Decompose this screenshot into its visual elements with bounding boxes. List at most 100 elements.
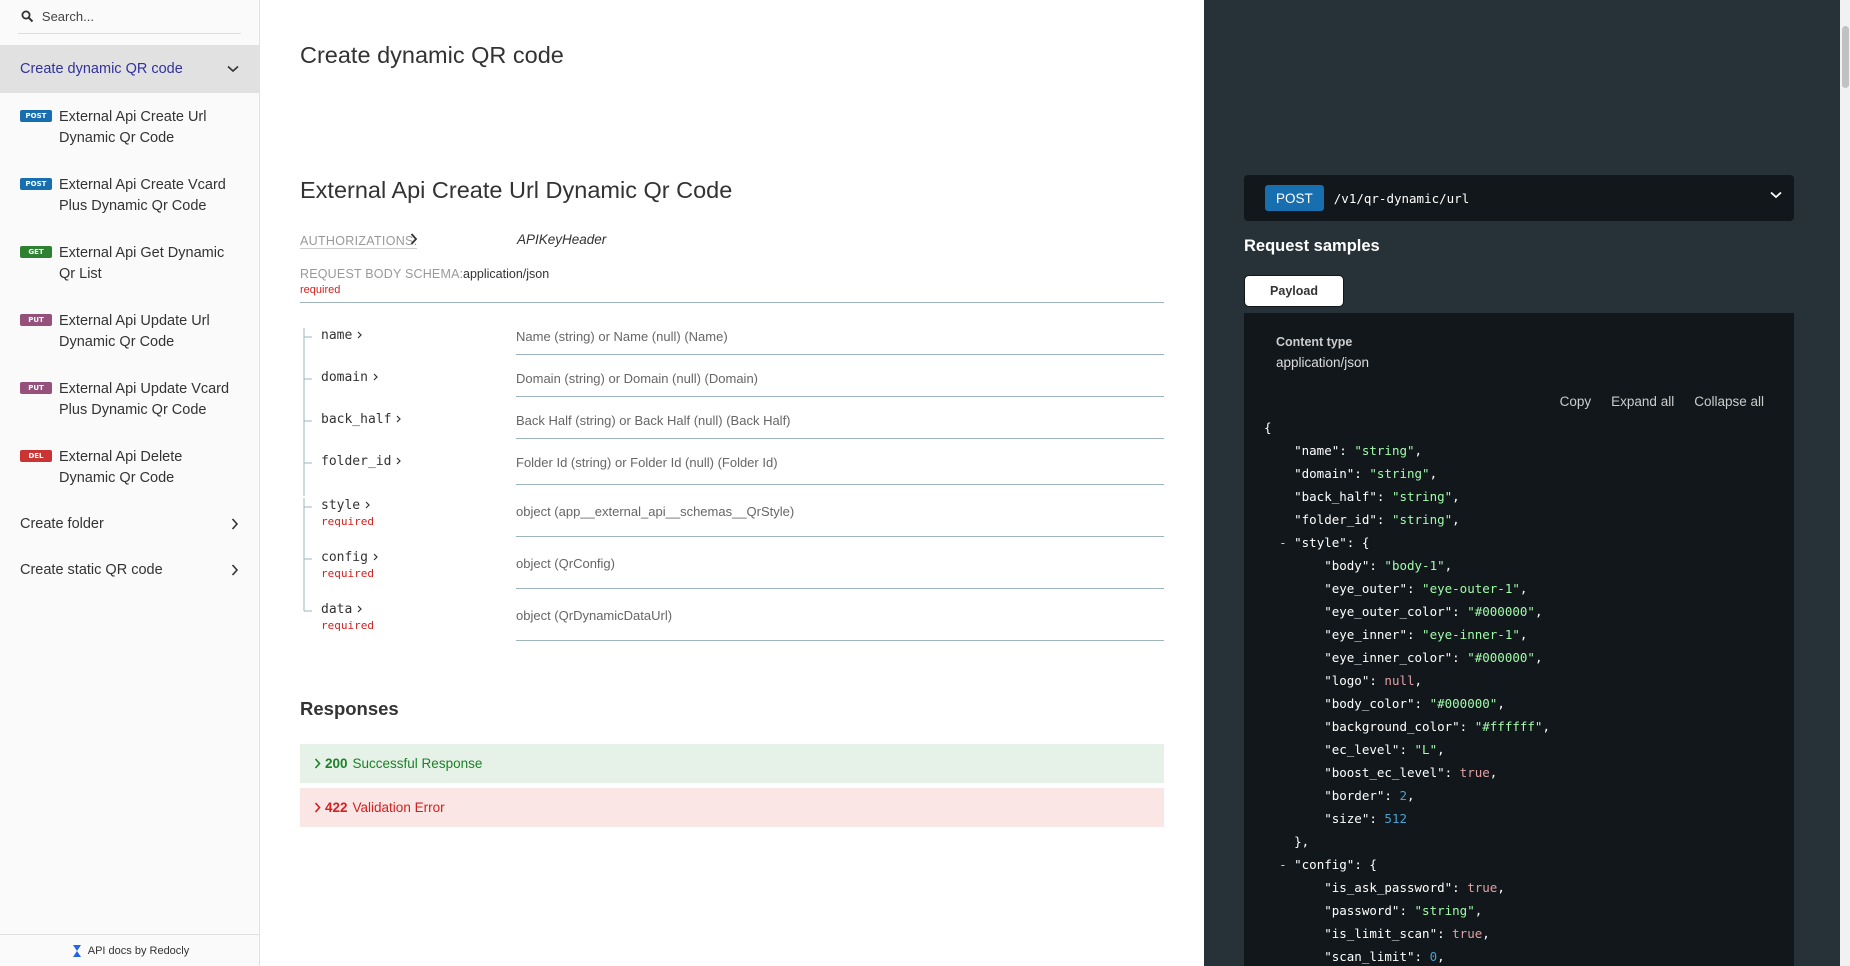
chevron-right-icon: [397, 457, 402, 465]
tree-connector: [303, 498, 312, 550]
param-name[interactable]: config: [321, 550, 378, 565]
code-line: },: [1264, 834, 1310, 849]
param-name[interactable]: data: [321, 602, 363, 617]
code-line: - "config": {: [1279, 857, 1377, 872]
sidebar-item-create-vcard[interactable]: POST External Api Create Vcard Plus Dyna…: [0, 161, 259, 229]
sidebar-item-update-vcard[interactable]: PUT External Api Update Vcard Plus Dynam…: [0, 365, 259, 433]
param-description: Back Half (string) or Back Half (null) (…: [516, 413, 791, 428]
param-row: data required object (QrDynamicDataUrl): [300, 602, 1164, 654]
method-badge: GET: [20, 246, 52, 258]
divider: [300, 302, 1164, 303]
divider: [516, 536, 1164, 537]
collapse-all-button[interactable]: Collapse all: [1694, 394, 1764, 409]
sidebar: Create dynamic QR code POST External Api…: [0, 0, 260, 966]
code-line: "background_color": "#ffffff",: [1264, 719, 1550, 734]
code-line: "name": "string",: [1264, 443, 1423, 458]
footer-text: API docs by Redocly: [87, 944, 190, 957]
method-badge: PUT: [20, 382, 52, 394]
scrollbar[interactable]: [1840, 0, 1850, 966]
chevron-right-icon[interactable]: [410, 233, 418, 245]
code-line: "eye_inner": "eye-inner-1",: [1264, 627, 1528, 642]
chevron-right-icon: [357, 605, 363, 613]
authorizations-row: AUTHORIZATIONS: APIKeyHeader: [300, 232, 1164, 252]
code-line: "password": "string",: [1264, 903, 1483, 918]
responses-title: Responses: [300, 698, 399, 719]
operation-title: External Api Create Url Dynamic Qr Code: [300, 177, 733, 203]
code-line: "boost_ec_level": true,: [1264, 765, 1498, 780]
param-description: Name (string) or Name (null) (Name): [516, 329, 728, 344]
response-200[interactable]: 200 Successful Response: [300, 744, 1164, 783]
copy-button[interactable]: Copy: [1560, 394, 1592, 409]
schema-label: REQUEST BODY SCHEMA:: [300, 267, 464, 281]
method-badge: DEL: [20, 450, 52, 462]
expand-all-button[interactable]: Expand all: [1611, 394, 1674, 409]
response-422[interactable]: 422 Validation Error: [300, 788, 1164, 827]
param-name[interactable]: folder_id: [321, 454, 402, 469]
code-line: "eye_outer_color": "#000000",: [1264, 604, 1543, 619]
sidebar-item-label: External Api Get Dynamic Qr List: [59, 245, 225, 282]
content-type-label: Content type: [1276, 335, 1353, 349]
sidebar-item-delete[interactable]: DEL External Api Delete Dynamic Qr Code: [0, 433, 259, 501]
search-icon: [18, 7, 38, 27]
sidebar-group-create-folder[interactable]: Create folder: [0, 501, 259, 547]
chevron-right-icon: [357, 331, 363, 339]
sidebar-group-create-static-qr[interactable]: Create static QR code: [0, 547, 259, 593]
param-row: config required object (QrConfig): [300, 550, 1164, 602]
param-row: name Name (string) or Name (null) (Name): [300, 328, 1164, 370]
tree-connector: [303, 412, 312, 454]
param-description: object (QrDynamicDataUrl): [516, 608, 673, 623]
param-description: Folder Id (string) or Folder Id (null) (…: [516, 455, 778, 470]
code-line: "folder_id": "string",: [1264, 512, 1460, 527]
code-line: "is_limit_scan": true,: [1264, 926, 1490, 941]
sidebar-item-label: External Api Create Url Dynamic Qr Code: [59, 109, 207, 146]
sidebar-group-label: Create folder: [20, 516, 104, 532]
param-name-text: style: [321, 498, 361, 513]
chevron-right-icon: [365, 501, 370, 509]
code-line: "body_color": "#000000",: [1264, 696, 1505, 711]
param-required: required: [321, 515, 374, 528]
code-line: "is_ask_password": true,: [1264, 880, 1505, 895]
chevron-right-icon: [373, 373, 378, 381]
sidebar-group-create-dynamic-qr[interactable]: Create dynamic QR code: [0, 45, 259, 93]
param-description: object (QrConfig): [516, 556, 615, 571]
endpoint-method: POST: [1265, 185, 1324, 211]
sidebar-item-get-list[interactable]: GET External Api Get Dynamic Qr List: [0, 229, 259, 297]
code-line: - "style": {: [1279, 535, 1370, 550]
param-name[interactable]: name: [321, 328, 363, 343]
code-sample: Content type application/json Copy Expan…: [1244, 313, 1794, 966]
param-name[interactable]: domain: [321, 370, 378, 385]
tab-payload[interactable]: Payload: [1244, 275, 1344, 307]
sidebar-item-create-url[interactable]: POST External Api Create Url Dynamic Qr …: [0, 93, 259, 161]
authorizations-value: APIKeyHeader: [517, 232, 607, 247]
endpoint-selector[interactable]: POST /v1/qr-dynamic/url: [1244, 175, 1794, 221]
content-type-box: Content type application/json: [1264, 323, 1774, 370]
endpoint-path: /v1/qr-dynamic/url: [1333, 190, 1470, 206]
response-label: Successful Response: [352, 756, 483, 771]
divider: [516, 354, 1164, 355]
code-line: {: [1264, 420, 1272, 435]
code-line: "body": "body-1",: [1264, 558, 1453, 573]
param-name-text: data: [321, 602, 353, 617]
schema-type: application/json: [463, 267, 550, 281]
param-row: style required object (app__external_api…: [300, 498, 1164, 550]
tree-connector: [303, 602, 312, 612]
code-line: "logo": null,: [1264, 673, 1423, 688]
param-required: required: [321, 567, 374, 580]
scrollbar-thumb[interactable]: [1842, 26, 1849, 88]
section-title: Create dynamic QR code: [300, 42, 564, 68]
response-label: Validation Error: [352, 800, 445, 815]
redocly-footer-link[interactable]: API docs by Redocly: [0, 934, 260, 966]
param-required: required: [321, 619, 374, 632]
param-name[interactable]: back_half: [321, 412, 402, 427]
param-description: object (app__external_api__schemas__QrSt…: [516, 504, 795, 519]
param-name-text: folder_id: [321, 454, 392, 469]
param-name[interactable]: style: [321, 498, 370, 513]
divider: [516, 438, 1164, 439]
param-name-text: config: [321, 550, 368, 565]
search-input[interactable]: [41, 9, 241, 24]
param-row: back_half Back Half (string) or Back Hal…: [300, 412, 1164, 454]
sidebar-item-update-url[interactable]: PUT External Api Update Url Dynamic Qr C…: [0, 297, 259, 365]
code-line: "size": 512: [1264, 811, 1407, 826]
authorizations-label[interactable]: AUTHORIZATIONS:: [300, 234, 418, 249]
main-content: Create dynamic QR code External Api Crea…: [260, 0, 1204, 966]
